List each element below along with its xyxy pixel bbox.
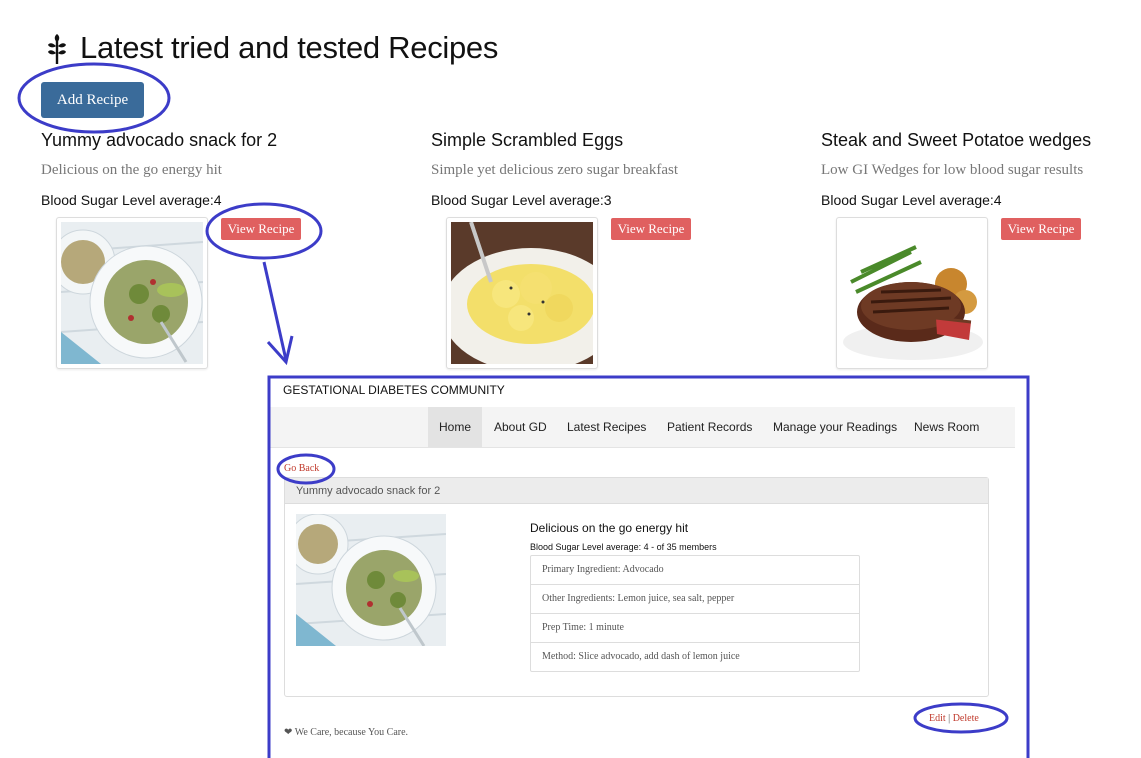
- nav-news-room[interactable]: News Room: [903, 407, 990, 447]
- method: Method: Slice advocado, add dash of lemo…: [542, 651, 740, 662]
- edit-link[interactable]: Edit: [929, 713, 946, 724]
- view-recipe-button[interactable]: View Recipe: [611, 218, 691, 240]
- edit-delete-links: Edit | Delete: [929, 713, 979, 724]
- view-recipe-button[interactable]: View Recipe: [221, 218, 301, 240]
- recipe-title: Simple Scrambled Eggs: [431, 130, 624, 150]
- primary-ingredient: Primary Ingredient: Advocado: [531, 556, 859, 585]
- wheat-icon: [48, 34, 66, 64]
- nav-latest-recipes[interactable]: Latest Recipes: [556, 407, 657, 447]
- recipe-description: Delicious on the go energy hit: [530, 521, 689, 535]
- other-ingredients: Other Ingredients: Lemon juice, sea salt…: [531, 585, 859, 614]
- delete-link[interactable]: Delete: [953, 713, 979, 724]
- nav-about-gd[interactable]: About GD: [483, 407, 558, 447]
- annotation-arrow: [262, 261, 288, 361]
- go-back-link[interactable]: Go Back: [284, 463, 319, 474]
- heart-icon: ❤: [284, 727, 293, 738]
- recipe-subtitle: Delicious on the go energy hit: [41, 162, 222, 178]
- recipe-title: Yummy advocado snack for 2: [41, 130, 278, 150]
- recipe-blood-sugar: Blood Sugar Level average:4: [821, 192, 1002, 208]
- scrambled-eggs-photo: [451, 222, 593, 364]
- panel-title: Yummy advocado snack for 2: [285, 478, 988, 504]
- nav-patient-records[interactable]: Patient Records: [656, 407, 763, 447]
- nav-home[interactable]: Home: [428, 407, 483, 447]
- recipe-subtitle: Simple yet delicious zero sugar breakfas…: [431, 162, 679, 178]
- recipe-detail-image: [296, 514, 446, 646]
- view-recipe-button[interactable]: View Recipe: [1001, 218, 1081, 240]
- footer: ❤ We Care, because You Care.: [284, 727, 408, 738]
- steak-photo: [841, 222, 983, 364]
- recipe-detail-view: GESTATIONAL DIABETES COMMUNITY Home Abou…: [269, 377, 1028, 758]
- add-recipe-button[interactable]: Add Recipe: [41, 82, 144, 118]
- page-title: Latest tried and tested Recipes: [80, 30, 499, 65]
- site-name: GESTATIONAL DIABETES COMMUNITY: [283, 383, 505, 397]
- recipe-fields-list: Primary Ingredient: Advocado Other Ingre…: [530, 555, 860, 672]
- recipe-blood-sugar: Blood Sugar Level average:4: [41, 192, 222, 208]
- recipe-blood-sugar-detail: Blood Sugar Level average: 4 - of 35 mem…: [530, 542, 717, 552]
- recipe-image[interactable]: [836, 217, 988, 369]
- page-header: Latest tried and tested Recipes: [46, 30, 498, 66]
- footer-text: We Care, because You Care.: [294, 727, 409, 738]
- recipe-blood-sugar: Blood Sugar Level average:3: [431, 192, 612, 208]
- annotation-arrow-head: [266, 335, 294, 366]
- recipe-title: Steak and Sweet Potatoe wedges: [821, 130, 1092, 150]
- main-nav: Home About GD Latest Recipes Patient Rec…: [269, 407, 1015, 448]
- recipe-image[interactable]: [56, 217, 208, 369]
- prep-time: Prep Time: 1 minute: [531, 614, 859, 643]
- nav-manage-readings[interactable]: Manage your Readings: [762, 407, 908, 447]
- link-separator: |: [948, 713, 951, 724]
- avocado-salad-photo: [61, 222, 203, 364]
- recipe-panel: Yummy advocado snack for 2 Delicious on …: [284, 477, 989, 697]
- recipe-subtitle: Low GI Wedges for low blood sugar result…: [821, 162, 1084, 178]
- recipe-image[interactable]: [446, 217, 598, 369]
